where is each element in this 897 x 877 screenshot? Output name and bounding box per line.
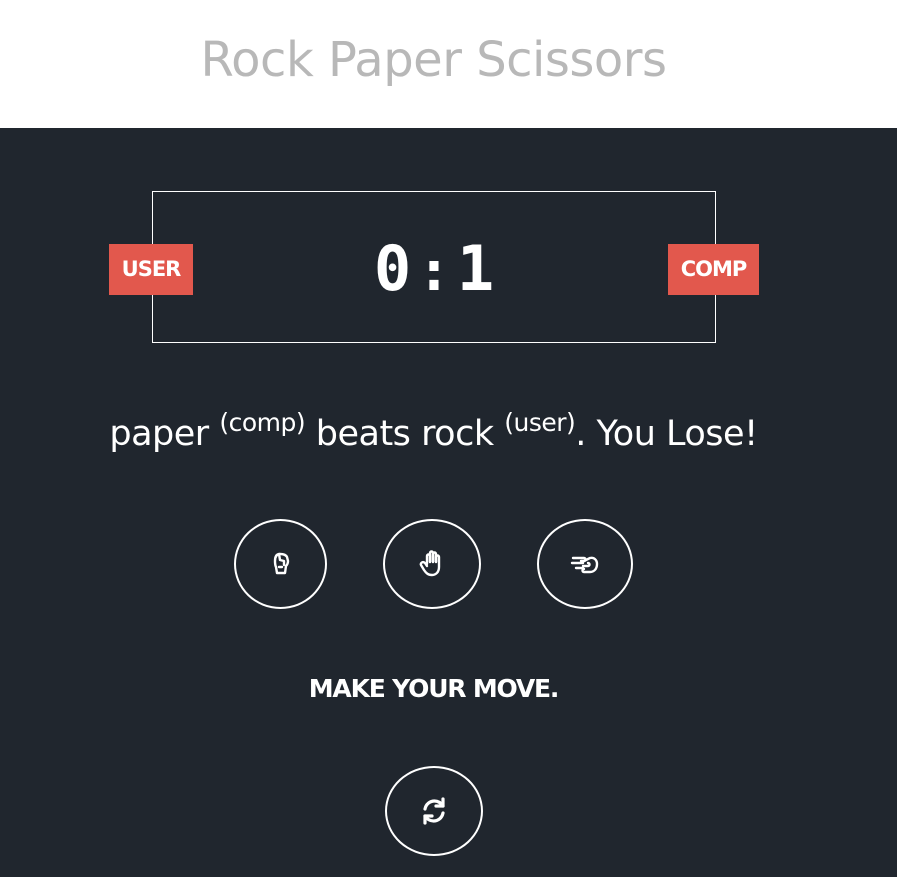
comp-choice-text: paper <box>109 414 209 454</box>
game-area: USER COMP 0:1 paper (comp) beats rock (u… <box>0 128 897 877</box>
user-choice-text: rock <box>421 414 494 454</box>
rock-button[interactable] <box>234 519 327 609</box>
paper-button[interactable] <box>383 519 481 609</box>
score-display: 0:1 <box>152 229 716 309</box>
result-outcome: . You Lose! <box>575 414 758 454</box>
hand-rock-icon <box>273 552 289 575</box>
page-title: Rock Paper Scissors <box>200 32 667 88</box>
result-verb: beats <box>315 414 411 454</box>
move-prompt: MAKE YOUR MOVE. <box>308 674 560 703</box>
comp-score: 1 <box>456 232 495 305</box>
refresh-icon <box>423 797 445 825</box>
score-separator: : <box>417 239 451 304</box>
scissors-button[interactable] <box>537 519 633 609</box>
user-score: 0 <box>373 232 412 305</box>
result-message: paper (comp) beats rock (user). You Lose… <box>0 408 867 454</box>
header: Rock Paper Scissors <box>0 0 897 128</box>
hand-scissors-icon <box>570 556 599 574</box>
user-tag: (user) <box>504 408 576 437</box>
hand-paper-icon <box>419 550 441 577</box>
reset-button[interactable] <box>385 766 483 856</box>
comp-tag: (comp) <box>219 408 306 437</box>
